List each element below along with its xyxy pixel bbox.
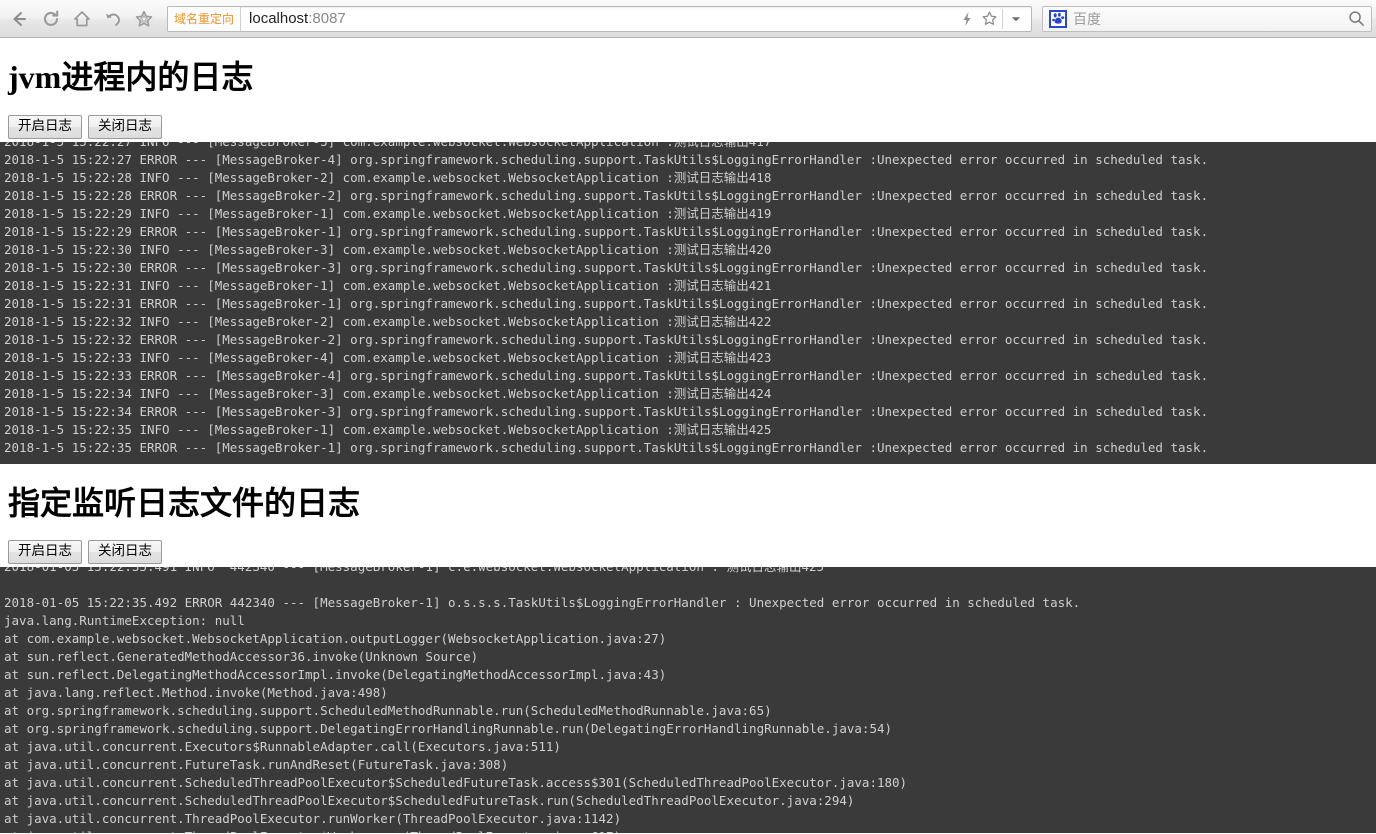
redirect-badge: 域名重定向 — [168, 6, 242, 31]
log-line: 2018-01-05 15:22:35.492 ERROR 442340 ---… — [4, 595, 1081, 611]
address-bar[interactable]: 域名重定向 localhost:8087 — [167, 5, 1032, 32]
log-line: at org.springframework.scheduling.suppor… — [4, 703, 772, 719]
log-line: at com.example.websocket.WebsocketApplic… — [4, 631, 667, 647]
log-line: 2018-1-5 15:22:29 ERROR --- [MessageBrok… — [4, 223, 1209, 239]
start-log-button-file[interactable]: 开启日志 — [8, 540, 82, 565]
log-line: java.lang.RuntimeException: null — [4, 613, 245, 629]
log-line-clipped: 2018-1-5 15:22:27 INFO --- [MessageBroke… — [4, 142, 1376, 151]
browser-toolbar: 域名重定向 localhost:8087 百度 — [0, 0, 1376, 38]
log-line: 2018-1-5 15:22:32 ERROR --- [MessageBrok… — [4, 331, 1209, 347]
back-icon[interactable] — [4, 4, 35, 34]
log-line: 2018-1-5 15:22:35 INFO --- [MessageBroke… — [4, 421, 772, 437]
page-content: jvm进程内的日志 开启日志 关闭日志 2018-1-5 15:22:27 IN… — [0, 38, 1376, 834]
log-line: 2018-1-5 15:22:28 INFO --- [MessageBroke… — [4, 169, 772, 185]
file-log-controls: 开启日志 关闭日志 — [8, 540, 1376, 565]
page-title-file: 指定监听日志文件的日志 — [8, 484, 361, 521]
refresh-icon[interactable] — [35, 4, 66, 34]
baidu-paw-icon[interactable] — [1049, 9, 1067, 28]
url-port: :8087 — [308, 10, 346, 27]
stop-log-button-jvm[interactable]: 关闭日志 — [88, 114, 162, 139]
log-line: 2018-1-5 15:22:31 ERROR --- [MessageBrok… — [4, 295, 1209, 311]
log-line: at java.util.concurrent.ScheduledThreadP… — [4, 775, 908, 791]
log-line: 2018-1-5 15:22:27 ERROR --- [MessageBrok… — [4, 151, 1209, 167]
log-line-clipped: 2018-01-05 15:22:35.491 INFO 442340 --- … — [4, 567, 1376, 576]
log-line: at java.lang.reflect.Method.invoke(Metho… — [4, 685, 388, 701]
log-line: 2018-1-5 15:22:32 INFO --- [MessageBroke… — [4, 313, 772, 329]
page-title-jvm: jvm进程内的日志 — [8, 59, 254, 95]
log-line: 2018-1-5 15:22:35 ERROR --- [MessageBrok… — [4, 439, 1209, 455]
log-line: 2018-1-5 15:22:27 INFO --- [MessageBroke… — [4, 142, 1376, 151]
lightning-icon[interactable] — [956, 7, 978, 31]
url-host: localhost — [249, 10, 309, 27]
star-outline-icon[interactable] — [978, 7, 1000, 31]
jvm-log-controls: 开启日志 关闭日志 — [8, 114, 1376, 139]
log-line: 2018-1-5 15:22:34 INFO --- [MessageBroke… — [4, 385, 772, 401]
log-line: at java.util.concurrent.FutureTask.runAn… — [4, 757, 509, 773]
home-icon[interactable] — [66, 4, 97, 34]
log-line: at java.util.concurrent.Executors$Runnab… — [4, 739, 561, 755]
log-line: 2018-1-5 15:22:29 INFO --- [MessageBroke… — [4, 205, 772, 221]
log-line: at java.util.concurrent.ScheduledThreadP… — [4, 793, 855, 809]
file-log-console[interactable]: 2018-01-05 15:22:35.491 INFO 442340 --- … — [0, 567, 1376, 834]
stop-log-button-file[interactable]: 关闭日志 — [88, 540, 162, 565]
log-line: at sun.reflect.GeneratedMethodAccessor36… — [4, 649, 479, 665]
log-line: at java.util.concurrent.ThreadPoolExecut… — [4, 811, 622, 827]
address-bar-actions — [956, 7, 1031, 31]
search-engine-name: 百度 — [1073, 10, 1101, 27]
chevron-down-icon[interactable] — [1005, 7, 1027, 31]
search-box[interactable]: 百度 — [1042, 5, 1372, 32]
url-text[interactable]: localhost:8087 — [241, 7, 956, 31]
log-line: at java.util.concurrent.ThreadPoolExecut… — [4, 828, 1376, 833]
log-line: 2018-01-05 15:22:35.491 INFO 442340 --- … — [4, 567, 1376, 576]
start-log-button-jvm[interactable]: 开启日志 — [8, 114, 82, 139]
log-line: 2018-1-5 15:22:33 ERROR --- [MessageBrok… — [4, 367, 1209, 383]
log-line: 2018-1-5 15:22:34 ERROR --- [MessageBrok… — [4, 403, 1209, 419]
undo-icon[interactable] — [97, 4, 128, 34]
favorite-star-icon[interactable] — [128, 4, 159, 34]
log-line: 2018-1-5 15:22:31 INFO --- [MessageBroke… — [4, 277, 772, 293]
log-line: at org.springframework.scheduling.suppor… — [4, 721, 893, 737]
log-line: at sun.reflect.DelegatingMethodAccessorI… — [4, 667, 667, 683]
log-line: 2018-1-5 15:22:30 INFO --- [MessageBroke… — [4, 241, 772, 257]
jvm-log-console[interactable]: 2018-1-5 15:22:27 INFO --- [MessageBroke… — [0, 141, 1376, 464]
search-icon[interactable] — [1345, 10, 1367, 27]
log-line: 2018-1-5 15:22:33 INFO --- [MessageBroke… — [4, 349, 772, 365]
toolbar-divider — [1002, 8, 1003, 29]
log-line: 2018-1-5 15:22:28 ERROR --- [MessageBrok… — [4, 187, 1209, 203]
log-line: 2018-1-5 15:22:30 ERROR --- [MessageBrok… — [4, 259, 1209, 275]
